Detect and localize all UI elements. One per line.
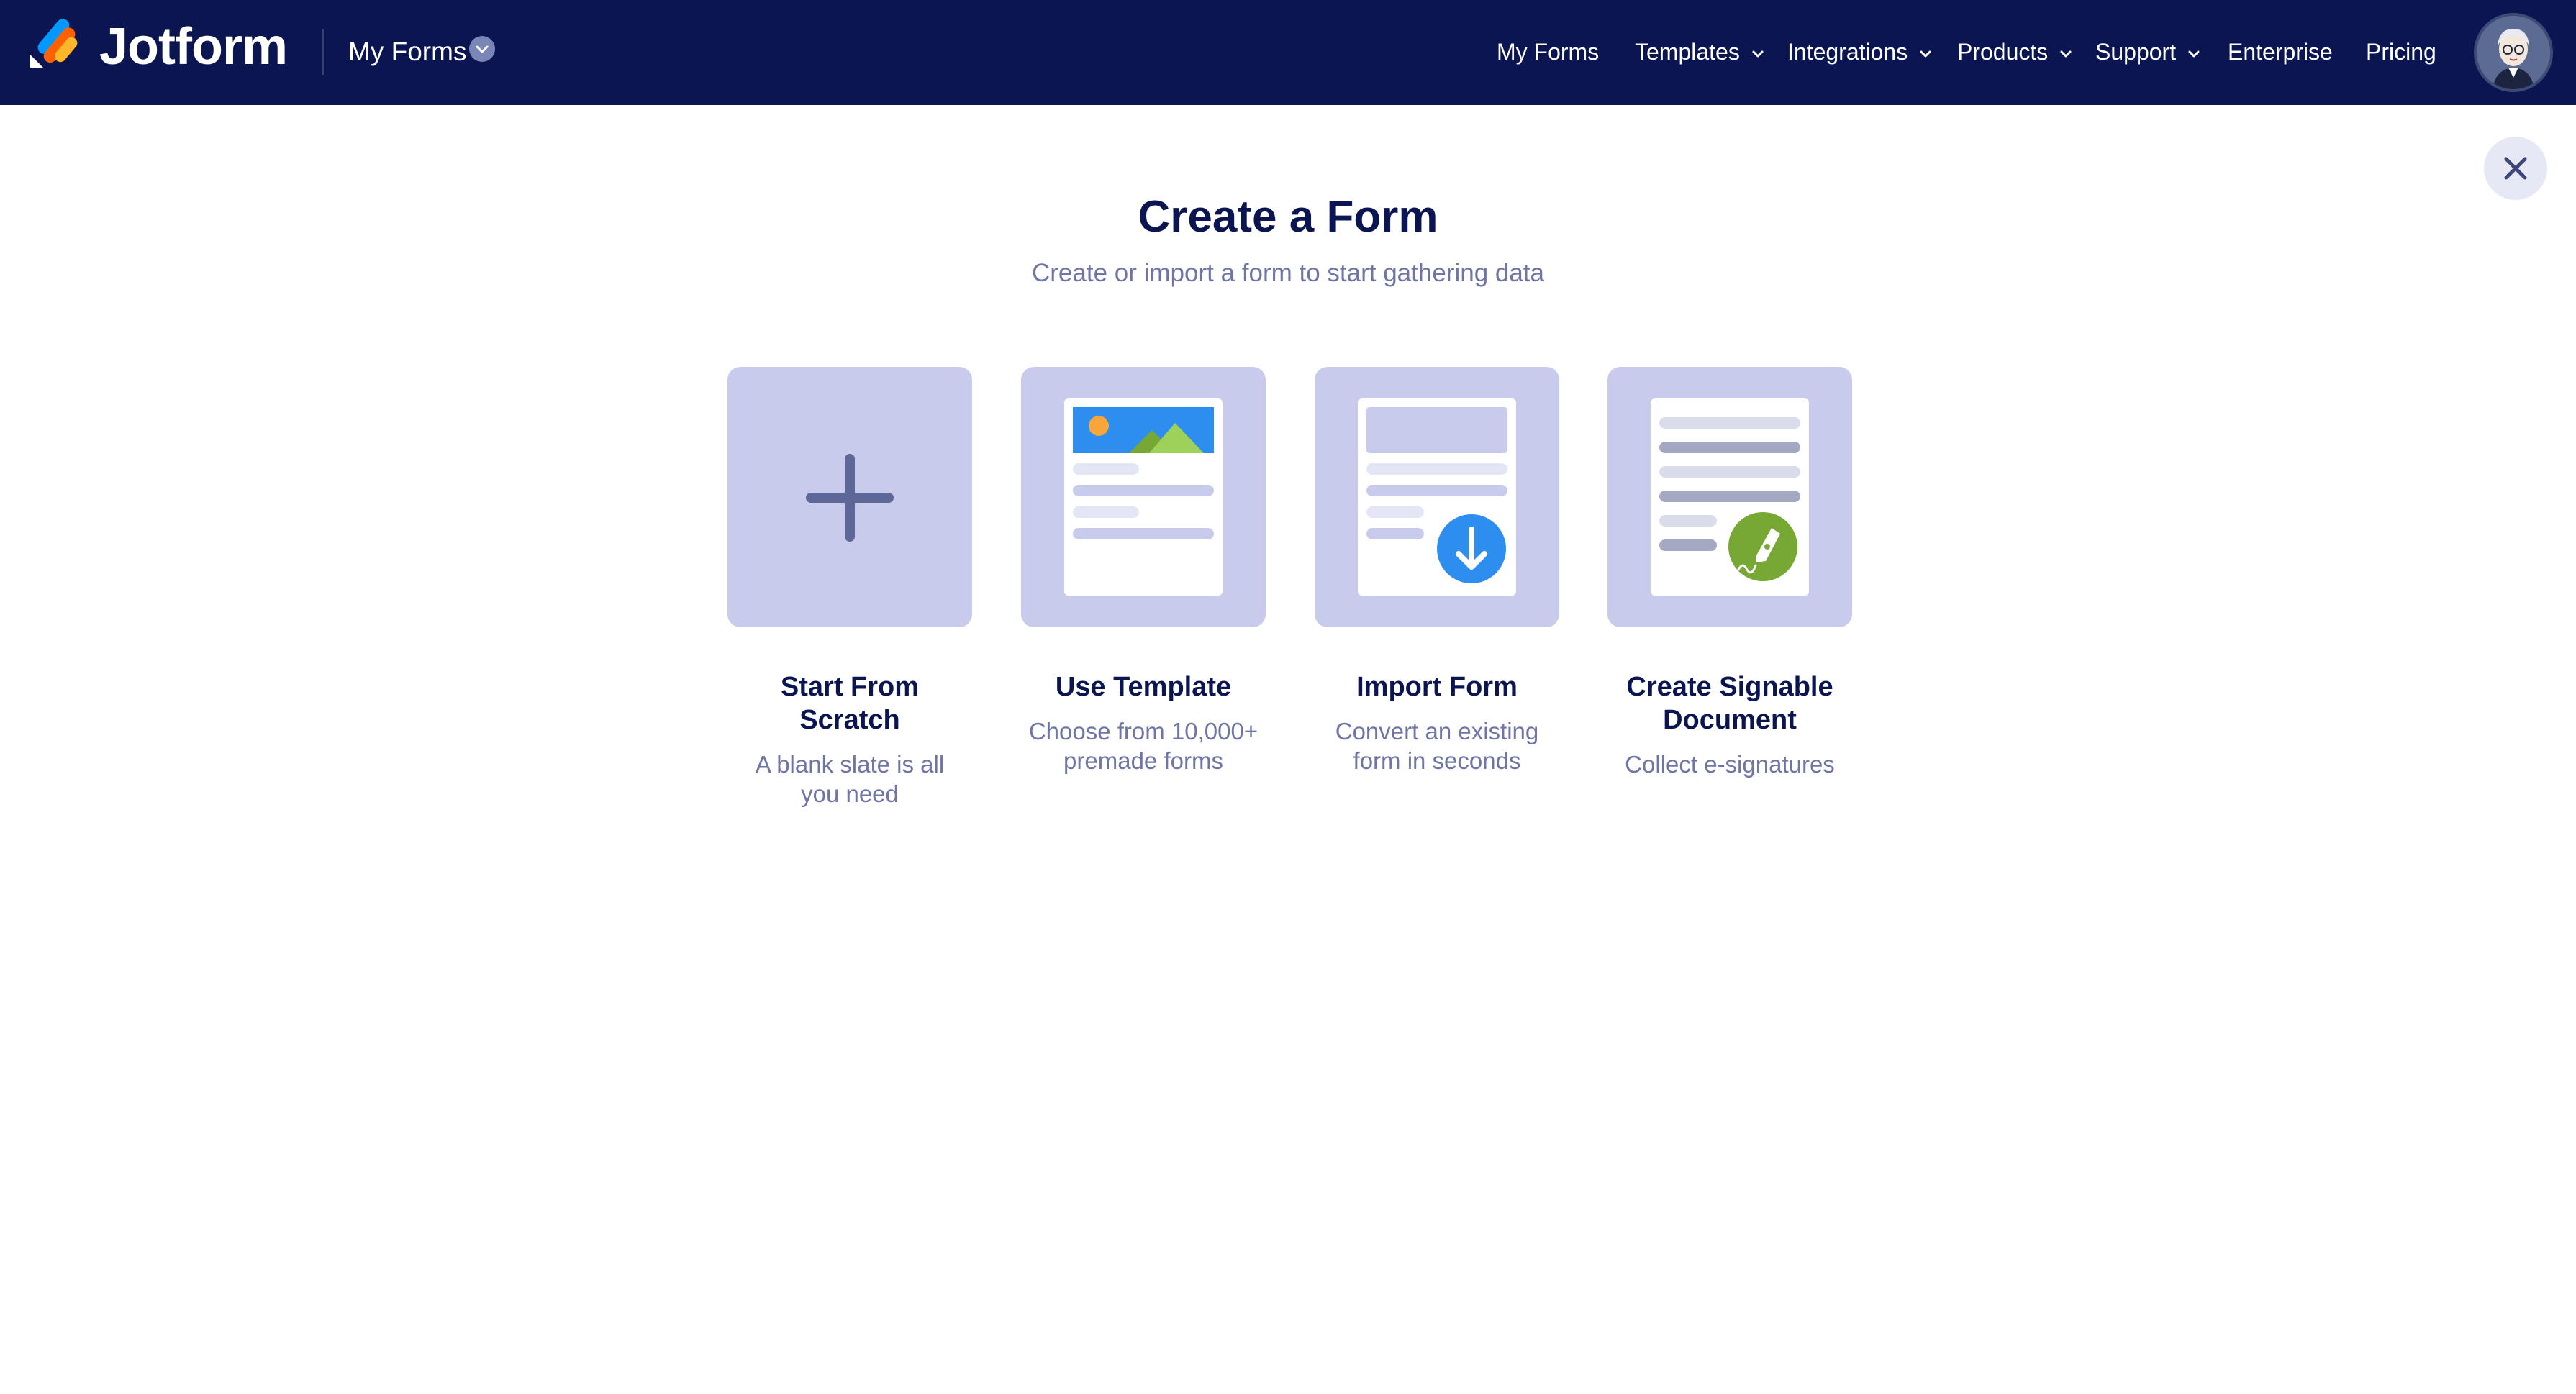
nav-pricing[interactable]: Pricing: [2366, 32, 2436, 72]
nav-label: Enterprise: [2228, 39, 2333, 65]
option-title: Create Signable Document: [1626, 672, 1833, 735]
option-title: Use Template: [1055, 672, 1232, 702]
nav-label: Templates: [1635, 39, 1740, 65]
nav-templates[interactable]: Templates: [1635, 32, 1766, 72]
nav-my-forms[interactable]: My Forms: [1497, 32, 1599, 72]
chevron-down-icon: [2060, 50, 2072, 58]
option-create-signable-document[interactable]: Create Signable Document Collect e-signa…: [1607, 367, 1852, 779]
jotform-logo-icon[interactable]: [27, 19, 79, 70]
nav-label: Products: [1957, 39, 2049, 65]
option-tile[interactable]: [1607, 367, 1852, 627]
nav-label: My Forms: [1497, 39, 1600, 65]
brand-name[interactable]: Jotform: [99, 16, 288, 78]
template-document-icon: [1064, 398, 1223, 596]
page-subtitle: Create or import a form to start gatheri…: [1032, 259, 1544, 287]
top-navigation-bar: Jotform My Forms My Forms Templates Inte…: [0, 0, 2576, 105]
nav-label: Support: [2095, 39, 2177, 65]
chevron-down-icon: [1752, 50, 1764, 58]
header-divider: [322, 29, 324, 75]
option-tile[interactable]: [1021, 367, 1266, 627]
chevron-down-icon: [1920, 50, 1931, 58]
option-import-form[interactable]: Import Form Convert an existing form in …: [1315, 367, 1559, 775]
sign-document-icon: [1651, 398, 1809, 596]
nav-label: Integrations: [1787, 39, 1908, 65]
section-title[interactable]: My Forms: [348, 32, 466, 72]
nav-integrations[interactable]: Integrations: [1787, 32, 1933, 72]
option-tile[interactable]: [727, 367, 972, 627]
option-tile[interactable]: [1315, 367, 1559, 627]
section-dropdown-chevron-icon[interactable]: [469, 36, 495, 62]
import-document-icon: [1358, 398, 1516, 596]
user-avatar-icon[interactable]: [2474, 13, 2553, 92]
option-description: Collect e-signatures: [1625, 751, 1835, 778]
option-description: Choose from 10,000+ premade forms: [1028, 718, 1258, 774]
option-description: A blank slate is all you need: [755, 751, 945, 807]
nav-support[interactable]: Support: [2095, 32, 2202, 72]
chevron-down-icon: [2188, 50, 2200, 58]
plus-icon: [806, 454, 894, 542]
option-title: Import Form: [1356, 672, 1518, 702]
option-description: Convert an existing form in seconds: [1335, 718, 1539, 774]
option-title: Start From Scratch: [780, 672, 920, 735]
page-title: Create a Form: [1138, 192, 1438, 242]
option-use-template[interactable]: Use Template Choose from 10,000+ premade…: [1021, 367, 1266, 775]
nav-enterprise[interactable]: Enterprise: [2228, 32, 2333, 72]
option-start-from-scratch[interactable]: Start From Scratch A blank slate is all …: [727, 367, 972, 808]
nav-products[interactable]: Products: [1957, 32, 2074, 72]
nav-label: Pricing: [2366, 39, 2436, 65]
